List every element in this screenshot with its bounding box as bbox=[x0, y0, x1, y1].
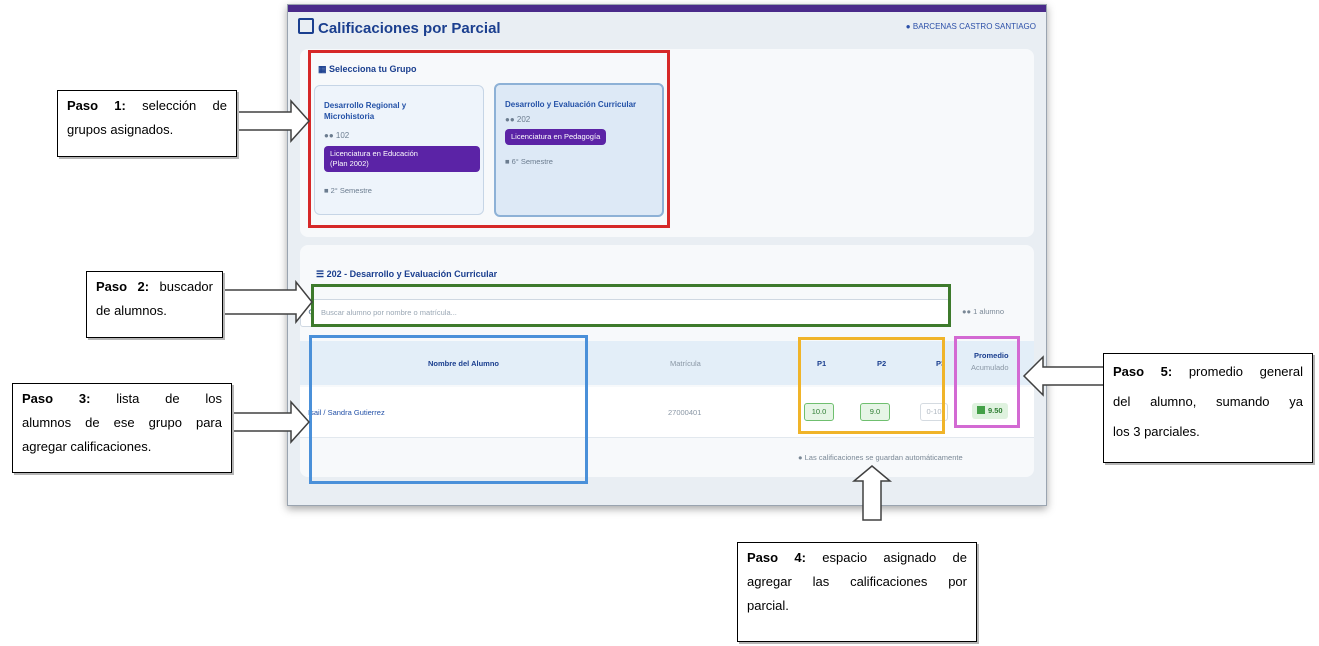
callout-step5-line1: Paso 5: promedio general bbox=[1113, 357, 1303, 387]
callout-step4-text: espacio asignado de bbox=[822, 550, 967, 565]
callout-step4: Paso 4: espacio asignado de agregar las … bbox=[737, 542, 977, 642]
callout-step1-line1: Paso 1: selección de bbox=[67, 94, 227, 118]
callout-step5-line3: los 3 parciales. bbox=[1113, 424, 1200, 439]
arrow-step5 bbox=[1022, 355, 1105, 397]
callout-step4-line2: agregar las calificaciones por bbox=[747, 574, 967, 589]
callout-step1-line2: grupos asignados. bbox=[67, 122, 174, 137]
callout-step2-label: Paso 2: bbox=[96, 279, 150, 294]
callout-step5-line2: del alumno, sumando ya bbox=[1113, 394, 1303, 409]
callout-step2-line2: de alumnos. bbox=[96, 303, 167, 318]
arrow-step1 bbox=[235, 99, 311, 143]
callout-step3-line1: Paso 3: lista de los bbox=[22, 391, 222, 406]
callout-step3-label: Paso 3: bbox=[22, 391, 91, 406]
callout-step3: Paso 3: lista de los alumnos de ese grup… bbox=[12, 383, 232, 473]
callout-step4-line1: Paso 4: espacio asignado de bbox=[747, 546, 967, 570]
callout-step2-text: buscador bbox=[159, 279, 213, 294]
callout-step5-label: Paso 5: bbox=[1113, 364, 1173, 379]
callout-step1-text: selección de bbox=[142, 98, 227, 113]
callout-step2: Paso 2: buscador de alumnos. bbox=[86, 271, 223, 338]
callout-step5: Paso 5: promedio general del alumno, sum… bbox=[1103, 353, 1313, 463]
arrow-step3 bbox=[230, 400, 311, 444]
callout-step3-line3: agregar calificaciones. bbox=[22, 439, 152, 454]
callout-step1: Paso 1: selección de grupos asignados. bbox=[57, 90, 237, 157]
callout-step1-label: Paso 1: bbox=[67, 98, 126, 113]
callout-step2-line1: Paso 2: buscador bbox=[96, 275, 213, 299]
callout-step3-line2: alumnos de ese grupo para bbox=[22, 415, 222, 430]
arrow-step2 bbox=[221, 279, 313, 325]
callout-step5-text: promedio general bbox=[1188, 364, 1303, 379]
callout-step4-label: Paso 4: bbox=[747, 550, 806, 565]
callout-step4-line3: parcial. bbox=[747, 598, 789, 613]
arrow-step4 bbox=[851, 465, 893, 521]
